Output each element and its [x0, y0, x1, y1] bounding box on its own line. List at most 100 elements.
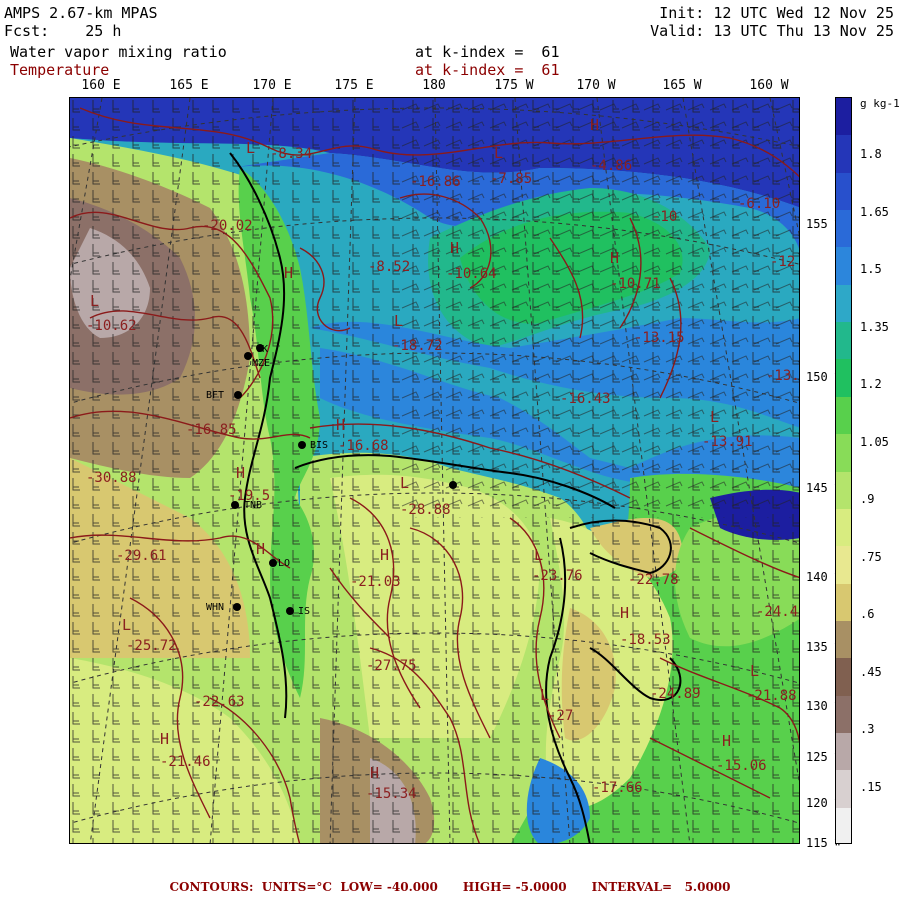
- high-marker: H: [722, 732, 731, 750]
- colorbar-label: .6: [860, 607, 875, 622]
- contour-label: -10.71: [610, 276, 661, 292]
- station-label: MZE: [252, 358, 270, 369]
- contour-label: -15.06: [716, 758, 767, 774]
- station-dot: [234, 391, 242, 399]
- colorbar-segment: [836, 247, 851, 286]
- high-marker: H: [284, 264, 293, 282]
- contour-label: -30.88: [86, 470, 137, 486]
- colorbar-segment: [836, 210, 851, 249]
- contour-label: -21.88: [746, 688, 797, 704]
- contour-label: -18.53: [620, 632, 671, 648]
- contour-label: -4.86: [590, 158, 632, 174]
- valid-time: Valid: 13 UTC Thu 13 Nov 25: [650, 22, 894, 40]
- contour-label: -6.10: [738, 196, 780, 212]
- contour-label: -25.72: [126, 638, 177, 654]
- contour-label: -16.68: [338, 438, 389, 454]
- low-marker: L: [400, 474, 409, 492]
- station-label: IS: [298, 606, 310, 617]
- contour-label: -13.7: [766, 368, 800, 384]
- contour-label: -15.34: [366, 786, 417, 802]
- model-title: AMPS 2.67-km MPAS: [4, 4, 158, 22]
- contour-label: -29.61: [116, 548, 167, 564]
- field1-level: at k-index = 61: [415, 43, 560, 61]
- contour-label: -16.85: [186, 422, 237, 438]
- colorbar-segment: [836, 508, 851, 548]
- station-dot: [298, 441, 306, 449]
- contour-label: -16.43: [560, 391, 611, 407]
- contour-label: -24.46: [756, 604, 800, 620]
- field2-level: at k-index = 61: [415, 61, 560, 79]
- station-dot: [231, 501, 239, 509]
- lon-tick: 165 E: [169, 78, 209, 93]
- colorbar-label: .15: [860, 779, 882, 794]
- contour-label: -13.91: [702, 434, 753, 450]
- colorbar-label: .3: [860, 722, 875, 737]
- lon-tick: 165 W: [662, 78, 702, 93]
- field2-title: Temperature: [10, 61, 110, 79]
- low-marker: L: [246, 139, 255, 157]
- low-marker: L: [750, 662, 759, 680]
- high-marker: H: [590, 116, 599, 134]
- contour-label: -13.15: [634, 330, 685, 346]
- colorbar-segment: [836, 807, 851, 843]
- colorbar-segment: [836, 695, 851, 734]
- contour-label: -23.76: [532, 568, 583, 584]
- colorbar-segment: [836, 471, 851, 510]
- map-panel[interactable]: -8.34 -16.86 -7.85 -4.86 -6.10 -10 -12 -…: [69, 97, 800, 844]
- low-marker: L: [494, 144, 503, 162]
- contour-label: -17.66: [592, 780, 643, 796]
- contour-label: -12: [770, 254, 795, 270]
- colorbar-label: 1.35: [860, 319, 889, 334]
- colorbar-segment: [836, 322, 851, 361]
- low-marker: L: [394, 312, 403, 330]
- contour-label: -28.88: [400, 502, 451, 518]
- forecast-label: Fcst: 25 h: [4, 22, 121, 40]
- lon-tick: 160 W: [749, 78, 789, 93]
- colorbar-label: 1.8: [860, 147, 882, 162]
- colorbar-label: 1.65: [860, 204, 889, 219]
- colorbar-segment: [836, 359, 851, 398]
- contour-label: -16.86: [410, 174, 461, 190]
- colorbar-segment: [836, 434, 851, 473]
- colorbar-label: 1.05: [860, 434, 889, 449]
- low-marker: L: [540, 686, 549, 704]
- contour-label: -21.46: [160, 754, 211, 770]
- station-label: BFT: [206, 390, 224, 401]
- contour-label: -10: [652, 209, 677, 225]
- colorbar-label: .45: [860, 664, 882, 679]
- station-dot: [244, 352, 252, 360]
- lon-tick: 170 W: [576, 78, 616, 93]
- station-label: TNB: [244, 500, 262, 511]
- high-marker: H: [380, 546, 389, 564]
- high-marker: H: [370, 764, 379, 782]
- forecast-label-text: Fcst:: [4, 22, 50, 40]
- colorbar-unit: g kg-1: [860, 97, 900, 110]
- high-marker: H: [160, 730, 169, 748]
- station-label: BIS: [310, 440, 328, 451]
- colorbar: [835, 97, 852, 844]
- colorbar-segment: [836, 98, 851, 137]
- station-dot: [449, 481, 457, 489]
- init-time: Init: 12 UTC Wed 12 Nov 25: [659, 4, 894, 22]
- colorbar-segment: [836, 284, 851, 324]
- colorbar-segment: [836, 546, 851, 585]
- station-label: OK: [256, 344, 268, 355]
- field1-title: Water vapor mixing ratio: [10, 43, 227, 61]
- colorbar-segment: [836, 770, 851, 809]
- contour-label: -21.03: [350, 574, 401, 590]
- low-marker: L: [90, 292, 99, 310]
- contour-label: -8.52: [368, 259, 410, 275]
- lon-tick: 160 E: [81, 78, 121, 93]
- contour-label: -7.85: [490, 171, 532, 187]
- low-marker: L: [122, 616, 131, 634]
- forecast-hour: 25 h: [85, 22, 122, 40]
- lon-tick: 175 W: [494, 78, 534, 93]
- map-canvas: -8.34 -16.86 -7.85 -4.86 -6.10 -10 -12 -…: [70, 98, 800, 843]
- colorbar-label: .9: [860, 492, 875, 507]
- station-dot: [286, 607, 294, 615]
- colorbar-segment: [836, 620, 851, 660]
- contour-info: CONTOURS: UNITS=°C LOW= -40.000 HIGH= -5…: [169, 880, 731, 894]
- contour-label: -27.75: [366, 658, 417, 674]
- colorbar-segment: [836, 396, 851, 436]
- contour-label: -20.02: [202, 218, 253, 234]
